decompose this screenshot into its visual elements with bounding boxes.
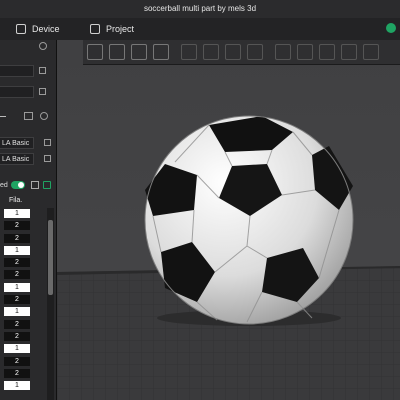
grid-icon[interactable] xyxy=(109,44,125,60)
edit-icon[interactable] xyxy=(39,67,46,74)
text-icon[interactable] xyxy=(341,44,357,60)
table-row[interactable]: 2 xyxy=(0,233,46,245)
filament-table: 1 2 2 1 2 2 1 2 1 2 2 1 2 2 1 xyxy=(0,208,46,392)
table-row[interactable]: 1 xyxy=(0,208,46,220)
cell-fila: 1 xyxy=(4,209,30,218)
toggle-label: ed xyxy=(0,182,8,189)
boolean-icon[interactable] xyxy=(225,44,241,60)
cell-fila: 1 xyxy=(4,307,30,317)
scrollbar-thumb[interactable] xyxy=(48,220,53,295)
filament-1-select[interactable]: LA Basic xyxy=(0,137,34,149)
table-row[interactable]: 1 xyxy=(0,380,46,392)
edit-icon[interactable] xyxy=(44,139,51,146)
cell-fila: 1 xyxy=(4,344,30,354)
device-icon xyxy=(16,24,26,34)
tab-project-label: Project xyxy=(106,24,135,34)
tab-project[interactable]: Project xyxy=(90,21,134,37)
3d-viewport[interactable] xyxy=(57,40,400,400)
table-row[interactable]: 2 xyxy=(0,220,46,232)
cell-fila: 1 xyxy=(4,245,30,255)
table-row[interactable]: 1 xyxy=(0,306,46,318)
table-row[interactable]: 1 xyxy=(0,282,46,294)
cell-fila: 2 xyxy=(4,233,30,243)
tab-device-label: Device xyxy=(32,24,60,34)
list-icon[interactable] xyxy=(31,181,39,189)
filament-table-header: Fila. xyxy=(0,195,46,207)
table-row[interactable]: 1 xyxy=(0,343,46,355)
project-icon xyxy=(90,24,100,34)
layers-icon[interactable] xyxy=(247,44,263,60)
cell-fila: 2 xyxy=(4,356,30,366)
filament-sync-icon[interactable] xyxy=(24,112,33,120)
cell-fila: 2 xyxy=(4,258,30,268)
paint-icon[interactable] xyxy=(319,44,335,60)
add-cube-icon[interactable] xyxy=(87,44,103,60)
cell-fila: 2 xyxy=(4,331,30,341)
table-row[interactable]: 2 xyxy=(0,331,46,343)
filament-2-select[interactable]: LA Basic xyxy=(0,153,34,165)
top-tabs: Device Project xyxy=(0,18,400,41)
table-row[interactable]: 1 xyxy=(0,245,46,257)
settings-gear-icon[interactable] xyxy=(39,42,47,50)
soccer-ball-model[interactable] xyxy=(144,115,354,325)
support-icon[interactable] xyxy=(275,44,291,60)
cell-fila: 2 xyxy=(4,270,30,280)
column-fila: Fila. xyxy=(9,197,23,204)
plate-select[interactable] xyxy=(0,86,34,98)
edit-icon[interactable] xyxy=(44,155,51,162)
cell-fila: 2 xyxy=(4,368,30,378)
seam-icon[interactable] xyxy=(297,44,313,60)
measure-icon[interactable] xyxy=(363,44,379,60)
cell-fila: 2 xyxy=(4,319,30,329)
printer-select[interactable] xyxy=(0,65,34,77)
cell-fila: 1 xyxy=(4,381,30,391)
arrange-icon[interactable] xyxy=(153,44,169,60)
objects-icon[interactable] xyxy=(43,181,51,189)
advanced-toggle[interactable] xyxy=(11,181,25,189)
table-row[interactable]: 2 xyxy=(0,356,46,368)
cell-fila: 2 xyxy=(4,295,30,305)
cell-fila: 2 xyxy=(4,221,30,231)
title-bar: soccerball multi part by mels 3d xyxy=(0,0,400,18)
table-row[interactable]: 2 xyxy=(0,294,46,306)
table-row[interactable]: 2 xyxy=(0,269,46,281)
split-icon[interactable] xyxy=(203,44,219,60)
filament-settings-icon[interactable] xyxy=(40,112,48,120)
table-scrollbar[interactable] xyxy=(47,208,54,400)
table-row[interactable]: 2 xyxy=(0,319,46,331)
collapse-icon[interactable] xyxy=(0,116,6,117)
cell-fila: 1 xyxy=(4,282,30,292)
auto-orient-icon[interactable] xyxy=(131,44,147,60)
table-row[interactable]: 2 xyxy=(0,257,46,269)
viewport-toolbar xyxy=(83,40,400,65)
plate-icon[interactable] xyxy=(181,44,197,60)
edit-icon[interactable] xyxy=(39,88,46,95)
viewport-scene xyxy=(57,115,400,400)
table-row[interactable]: 2 xyxy=(0,368,46,380)
sync-status-icon[interactable] xyxy=(386,23,396,33)
window-title: soccerball multi part by mels 3d xyxy=(143,4,257,13)
tab-device[interactable]: Device xyxy=(16,21,60,37)
